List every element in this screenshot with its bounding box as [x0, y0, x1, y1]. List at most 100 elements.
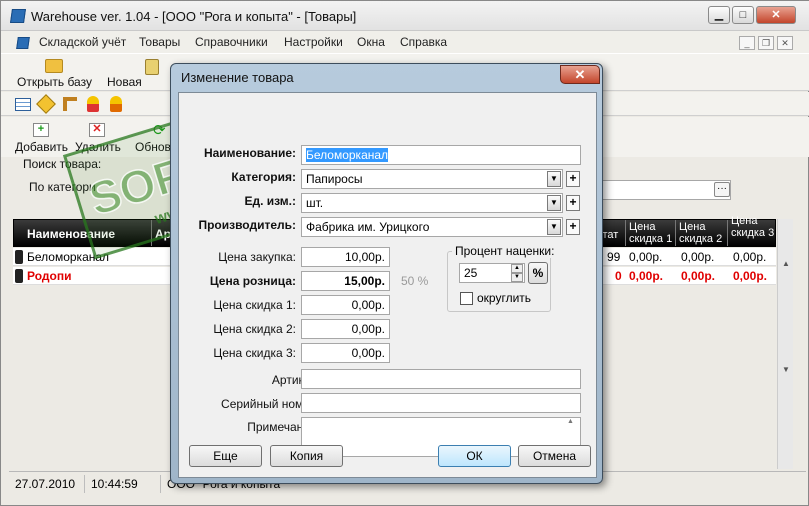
edit-product-dialog: Изменение товара ✕ Наименование: Беломор… [170, 63, 603, 484]
add-icon: + [33, 123, 49, 137]
user-icon[interactable] [87, 96, 99, 112]
add-manufacturer-button[interactable]: + [566, 219, 580, 235]
row-discount1-cell[interactable]: 0,00р. [629, 269, 663, 283]
dialog-body: Наименование: Беломорканал Категория: Па… [178, 92, 597, 478]
name-label: Наименование: [203, 146, 296, 160]
row-discount2-cell[interactable]: 0,00р. [681, 269, 715, 283]
minimize-button[interactable]: ▁ [708, 6, 730, 24]
mdi-icon [16, 37, 30, 49]
scroll-up-icon[interactable]: ▲ [782, 259, 790, 268]
ok-button[interactable]: ОК [438, 445, 511, 467]
row-discount3-cell[interactable]: 0,00р. [733, 269, 767, 283]
retail-price-input[interactable]: 15,00р. [301, 271, 390, 291]
discount3-input[interactable]: 0,00р. [301, 343, 390, 363]
table-icon[interactable] [15, 98, 31, 111]
category-browse-button[interactable]: ··· [714, 182, 730, 197]
article-label: Артикул: [271, 373, 320, 387]
status-date: 27.07.2010 [9, 475, 85, 493]
col-discount3-header[interactable]: Цена скидка 3 [731, 215, 775, 245]
row-name-cell[interactable]: Родопи [27, 269, 71, 283]
menu-directories[interactable]: Справочники [195, 35, 268, 49]
more-button[interactable]: Еще [189, 445, 262, 467]
row-stock-cell[interactable]: 0 [615, 269, 622, 283]
menu-goods[interactable]: Товары [139, 35, 180, 49]
category-filter-input[interactable] [601, 180, 731, 200]
row-discount1-cell[interactable]: 0,00р. [629, 250, 662, 264]
name-input[interactable]: Беломорканал [301, 145, 581, 165]
window-title: Warehouse ver. 1.04 - [ООО "Рога и копыт… [31, 9, 357, 24]
round-label: округлить [477, 291, 532, 305]
new-invoice-button[interactable]: Новая накла [105, 56, 175, 103]
add-button[interactable]: + Добавить [13, 121, 71, 155]
serial-label: Серийный номер: [221, 397, 320, 411]
chevron-down-icon[interactable]: ▼ [547, 171, 561, 187]
app-icon [10, 9, 26, 23]
hammer-icon[interactable] [63, 97, 77, 111]
row-discount2-cell[interactable]: 0,00р. [681, 250, 714, 264]
dialog-title: Изменение товара [181, 70, 294, 85]
open-db-label: Открыть базу [17, 75, 92, 89]
close-button[interactable]: ✕ [756, 6, 796, 24]
scroll-down-icon[interactable]: ▼ [782, 365, 790, 374]
unit-select[interactable]: шт. [301, 193, 563, 213]
mdi-close-button[interactable]: ✕ [777, 36, 793, 50]
name-value: Беломорканал [306, 148, 389, 162]
status-time: 10:44:59 [85, 475, 161, 493]
invoice-icon [145, 59, 159, 75]
markup-group-label: Процент наценки: [452, 244, 558, 258]
mdi-restore-button[interactable]: ❐ [758, 36, 774, 50]
category-label: Категория: [231, 170, 296, 184]
row-indicator-icon [15, 269, 23, 283]
chevron-down-icon[interactable]: ▼ [547, 219, 561, 235]
user-group-icon[interactable] [110, 96, 122, 112]
purchase-price-label: Цена закупка: [218, 250, 296, 264]
discount2-label: Цена скидка 2: [213, 322, 296, 336]
col-discount2-header[interactable]: Цена скидка 2 [679, 221, 727, 245]
discount1-label: Цена скидка 1: [213, 298, 296, 312]
vertical-scrollbar[interactable]: ▲ ▼ [777, 219, 793, 469]
menu-help[interactable]: Справка [400, 35, 447, 49]
discount1-input[interactable]: 0,00р. [301, 295, 390, 315]
round-checkbox[interactable] [460, 292, 473, 305]
dialog-close-button[interactable]: ✕ [560, 65, 600, 84]
mdi-minimize-button[interactable]: _ [739, 36, 755, 50]
folder-icon [45, 59, 63, 73]
manufacturer-label: Производитель: [198, 218, 296, 232]
manufacturer-select[interactable]: Фабрика им. Урицкого [301, 217, 563, 237]
spin-down-icon[interactable]: ▼ [511, 273, 523, 282]
spin-up-icon[interactable]: ▲ [511, 264, 523, 273]
purchase-price-input[interactable]: 10,00р. [301, 247, 390, 267]
markup-hint: 50 % [401, 274, 429, 288]
category-value: Папиросы [306, 172, 363, 186]
row-indicator-icon [15, 250, 23, 264]
delete-icon: ✕ [89, 123, 105, 137]
cancel-button[interactable]: Отмена [518, 445, 591, 467]
row-discount3-cell[interactable]: 0,00р. [733, 250, 766, 264]
serial-input[interactable] [301, 393, 581, 413]
note-label: Примечание: [247, 420, 320, 434]
grid-divider [675, 220, 676, 246]
discount2-input[interactable]: 0,00р. [301, 319, 390, 339]
unit-label: Ед. изм.: [244, 194, 296, 208]
grid-divider [727, 220, 728, 246]
category-select[interactable]: Папиросы [301, 169, 563, 189]
menu-warehouse[interactable]: Складской учёт [39, 35, 126, 49]
maximize-button[interactable]: □ [732, 6, 754, 24]
add-category-button[interactable]: + [566, 171, 580, 187]
article-input[interactable] [301, 369, 581, 389]
discount3-label: Цена скидка 3: [213, 346, 296, 360]
retail-price-label: Цена розница: [209, 274, 296, 288]
menu-settings[interactable]: Настройки [284, 35, 343, 49]
manufacturer-value: Фабрика им. Урицкого [306, 220, 430, 234]
col-discount1-header[interactable]: Цена скидка 1 [629, 221, 675, 245]
chevron-down-icon[interactable]: ▼ [547, 195, 561, 211]
percent-button[interactable]: % [528, 262, 548, 284]
row-stock-cell[interactable]: 99 [607, 250, 620, 264]
copy-button[interactable]: Копия [270, 445, 343, 467]
grid-divider [625, 220, 626, 246]
menu-windows[interactable]: Окна [357, 35, 385, 49]
add-unit-button[interactable]: + [566, 195, 580, 211]
add-label: Добавить [15, 140, 69, 154]
note-scroll-up-icon[interactable]: ▲ [567, 418, 574, 425]
open-db-button[interactable]: Открыть базу [15, 56, 93, 90]
